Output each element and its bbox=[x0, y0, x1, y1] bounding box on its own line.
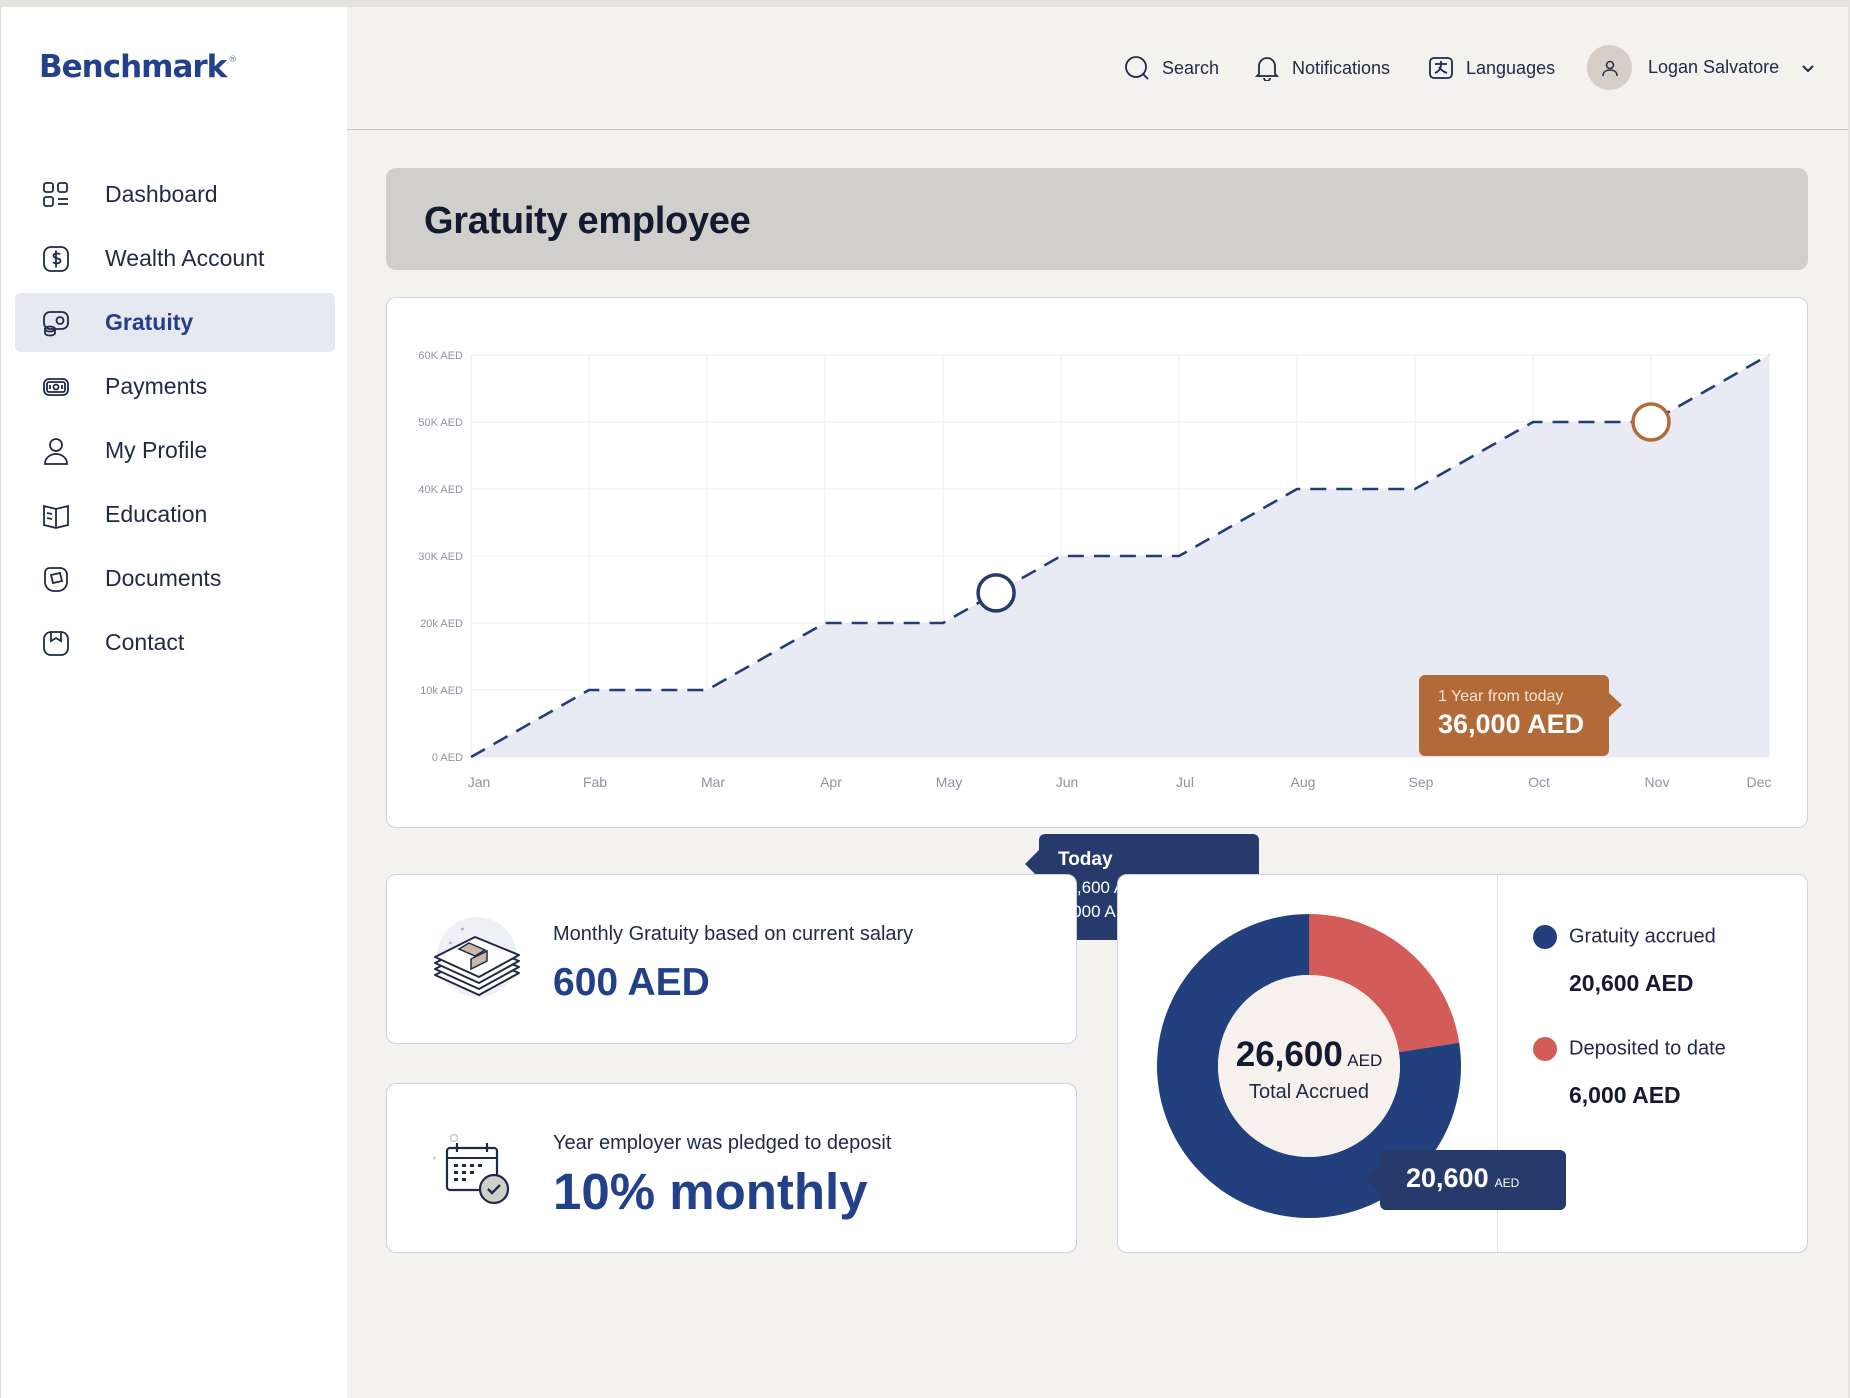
money-stack-icon bbox=[434, 917, 520, 997]
brand-logo[interactable]: Benchmark ® bbox=[39, 49, 237, 85]
top-header: Search Notifications Languages Logan Sal… bbox=[347, 7, 1848, 130]
page-title: Gratuity employee bbox=[424, 200, 751, 242]
contact-icon bbox=[43, 630, 69, 656]
x-tick-label: Mar bbox=[701, 774, 725, 790]
cash-icon bbox=[43, 377, 69, 396]
sidebar-item-label: Education bbox=[105, 501, 208, 527]
x-tick-label: May bbox=[936, 774, 962, 790]
sidebar-item-payments[interactable]: Payments bbox=[15, 357, 335, 416]
total-accrued-card: 26,600 AED Total Accrued 20,600 AED Gratu… bbox=[1117, 874, 1808, 1254]
today-marker bbox=[976, 573, 1016, 613]
year-marker bbox=[1631, 402, 1671, 442]
search-icon bbox=[1125, 56, 1149, 80]
sidebar-item-wealth-account[interactable]: Wealth Account bbox=[15, 229, 335, 288]
y-tick-label: 10k AED bbox=[420, 685, 463, 697]
page-title-bar: Gratuity employee bbox=[386, 168, 1808, 270]
sidebar-item-label: Wealth Account bbox=[105, 245, 265, 271]
x-tick-label: Fab bbox=[583, 774, 607, 790]
legend-gratuity-accrued: Gratuity accrued 20,600 AED bbox=[1533, 925, 1716, 997]
book-icon bbox=[43, 504, 69, 529]
legend-dot-deposited bbox=[1533, 1037, 1557, 1061]
documents-icon bbox=[44, 566, 68, 592]
languages-label: Languages bbox=[1466, 57, 1556, 78]
sidebar-item-label: Documents bbox=[105, 565, 222, 591]
x-tick-label: Jul bbox=[1176, 774, 1194, 790]
dollar-icon bbox=[43, 245, 69, 272]
calendar-check-icon bbox=[433, 1133, 510, 1205]
sidebar-item-gratuity[interactable]: Gratuity bbox=[15, 293, 335, 352]
sidebar-nav: Dashboard Wealth Account Gratuity Paymen… bbox=[15, 165, 335, 677]
y-tick-label: 20k AED bbox=[420, 618, 463, 630]
y-tick-label: 40K AED bbox=[418, 484, 463, 496]
sidebar-item-documents[interactable]: Documents bbox=[15, 549, 335, 608]
legend-value: 6,000 AED bbox=[1569, 1082, 1681, 1108]
sidebar-item-label: Payments bbox=[105, 373, 208, 399]
sidebar: Benchmark ® Dashboard Wealth Account Gra… bbox=[0, 7, 347, 1398]
employer-pledge-card: Year employer was pledged to deposit 10%… bbox=[386, 1083, 1077, 1253]
search-label: Search bbox=[1162, 57, 1220, 78]
sidebar-item-label: Contact bbox=[105, 629, 185, 655]
monthly-gratuity-value: 600 AED bbox=[553, 961, 710, 1004]
brand-registered-mark: ® bbox=[228, 55, 237, 65]
tooltip-year-value: 36,000 AED bbox=[1438, 709, 1585, 739]
sidebar-item-label: My Profile bbox=[105, 437, 208, 463]
legend-deposited-to-date: Deposited to date 6,000 AED bbox=[1533, 1037, 1726, 1109]
x-tick-label: Jan bbox=[468, 774, 491, 790]
sidebar-item-education[interactable]: Education bbox=[15, 485, 335, 544]
chevron-down-icon bbox=[1802, 64, 1814, 72]
legend-value: 20,600 AED bbox=[1569, 970, 1694, 996]
languages-button[interactable]: Languages bbox=[1428, 55, 1555, 81]
sidebar-item-label: Dashboard bbox=[105, 181, 218, 207]
user-avatar-icon bbox=[1601, 60, 1618, 76]
tooltip-today-title: Today bbox=[1058, 849, 1113, 870]
y-tick-label: 30K AED bbox=[418, 551, 463, 563]
app-window: Benchmark ® Dashboard Wealth Account Gra… bbox=[0, 7, 1848, 1398]
notifications-label: Notifications bbox=[1292, 57, 1391, 78]
x-tick-label: Aug bbox=[1291, 774, 1316, 790]
donut-tag-unit: AED bbox=[1494, 1176, 1520, 1190]
translate-icon bbox=[1429, 57, 1453, 79]
coins-icon bbox=[43, 310, 69, 336]
sidebar-item-contact[interactable]: Contact bbox=[15, 613, 335, 672]
legend-label: Gratuity accrued bbox=[1569, 925, 1716, 948]
search-button[interactable]: Search bbox=[1124, 55, 1219, 81]
x-tick-label: Oct bbox=[1528, 774, 1550, 790]
user-name: Logan Salvatore bbox=[1648, 57, 1780, 77]
user-icon bbox=[44, 437, 68, 465]
bell-icon bbox=[1254, 57, 1280, 81]
legend-label: Deposited to date bbox=[1569, 1037, 1726, 1060]
pledge-value: 10% monthly bbox=[553, 1163, 868, 1220]
user-menu[interactable]: Logan Salvatore bbox=[1587, 45, 1817, 90]
y-tick-label: 0 AED bbox=[432, 752, 463, 764]
gratuity-chart-card: Jan Fab Mar Apr May Jun Jul Aug Sep Oct Nov Dec 0 AE… bbox=[386, 297, 1808, 940]
brand-name: Benchmark bbox=[39, 49, 227, 85]
total-accrued-label: Total Accrued bbox=[1248, 1081, 1370, 1103]
y-tick-label: 60K AED bbox=[418, 350, 463, 362]
donut-tag-value: 20,600 bbox=[1406, 1163, 1489, 1193]
tooltip-year-subtitle: 1 Year from today bbox=[1438, 688, 1564, 705]
dashboard-icon bbox=[43, 181, 68, 207]
monthly-gratuity-label: Monthly Gratuity based on current salary bbox=[553, 923, 914, 945]
x-tick-label: Apr bbox=[820, 774, 842, 790]
total-accrued-value: 26,600 bbox=[1235, 1035, 1343, 1074]
y-tick-label: 50K AED bbox=[418, 417, 463, 429]
chart-tooltip-year: 1 Year from today 36,000 AED bbox=[1419, 675, 1622, 756]
sidebar-item-my-profile[interactable]: My Profile bbox=[15, 421, 335, 480]
sidebar-item-label: Gratuity bbox=[105, 309, 194, 335]
notifications-button[interactable]: Notifications bbox=[1254, 55, 1390, 81]
x-tick-label: Nov bbox=[1645, 774, 1670, 790]
total-accrued-unit: AED bbox=[1347, 1051, 1383, 1070]
pledge-label: Year employer was pledged to deposit bbox=[553, 1132, 892, 1154]
x-tick-label: Sep bbox=[1409, 774, 1434, 790]
avatar bbox=[1587, 45, 1632, 90]
sidebar-item-dashboard[interactable]: Dashboard bbox=[15, 165, 335, 224]
monthly-gratuity-card: Monthly Gratuity based on current salary… bbox=[386, 874, 1077, 1044]
donut-center-summary: 26,600 AED Total Accrued bbox=[1214, 1035, 1404, 1104]
donut-value-tag: 20,600 AED bbox=[1366, 1150, 1566, 1210]
x-tick-label: Jun bbox=[1056, 774, 1079, 790]
x-tick-label: Dec bbox=[1747, 774, 1772, 790]
legend-dot-gratuity bbox=[1533, 925, 1557, 949]
